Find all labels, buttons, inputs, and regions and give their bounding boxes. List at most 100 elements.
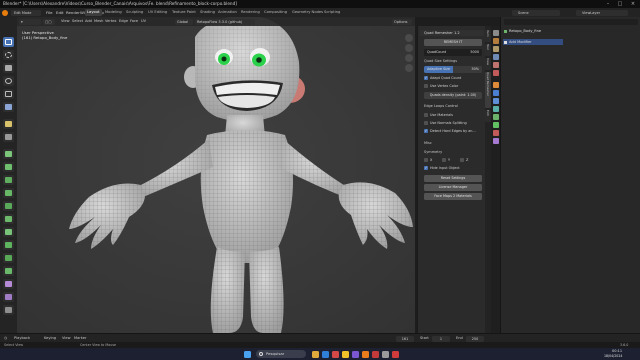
bevel-tool[interactable] xyxy=(3,188,14,198)
quad-count-field[interactable]: QuadCount 5000 xyxy=(424,49,482,56)
shrink-fatten-tool[interactable] xyxy=(3,279,14,289)
tab-compositing[interactable]: Compositing xyxy=(262,9,289,16)
tool-settings-icon[interactable] xyxy=(492,30,499,36)
playback-menu[interactable]: Playback xyxy=(14,336,30,340)
loop-cut-tool[interactable] xyxy=(3,201,14,211)
tab-scripting[interactable]: Scripting xyxy=(322,9,342,16)
rip-tool[interactable] xyxy=(3,305,14,315)
3d-viewport[interactable]: User Perspective (161) Retopo_Body_fine xyxy=(17,17,415,333)
license-manager-button[interactable]: License Manager xyxy=(424,184,482,191)
reset-settings-button[interactable]: Reset Settings xyxy=(424,175,482,182)
zoom-icon[interactable] xyxy=(405,34,413,42)
blender-logo-icon[interactable] xyxy=(2,9,8,16)
app-icon[interactable] xyxy=(352,350,359,358)
editor-mode-select[interactable]: Edit Mode xyxy=(11,9,41,16)
poly-build-tool[interactable] xyxy=(3,227,14,237)
transform-tool[interactable] xyxy=(3,102,14,112)
symmetry-x-checkbox[interactable]: X xyxy=(424,157,432,163)
grid-icon[interactable] xyxy=(405,64,413,72)
modifier-wrench-icon[interactable] xyxy=(492,90,499,96)
quads-density-button[interactable]: Quads density (paint: 1.00) xyxy=(424,92,482,99)
use-vertex-color-checkbox[interactable]: Use Vertex Color xyxy=(424,83,458,89)
blender-taskbar-icon[interactable] xyxy=(362,350,369,358)
properties-search-input[interactable] xyxy=(504,19,638,25)
smooth-tool[interactable] xyxy=(3,253,14,263)
mesh-data-icon[interactable] xyxy=(492,122,499,128)
scene-select[interactable]: Scene xyxy=(512,9,560,16)
taskbar-search[interactable]: Pesquisar xyxy=(256,350,306,358)
edge-slide-tool[interactable] xyxy=(3,266,14,276)
menu-mesh[interactable]: Mesh xyxy=(94,19,103,23)
tab-layout[interactable]: Layout xyxy=(85,9,102,16)
close-icon[interactable]: × xyxy=(627,0,639,8)
tab-shading[interactable]: Shading xyxy=(198,9,217,16)
render-icon[interactable] xyxy=(492,38,499,44)
tab-texture-paint[interactable]: Texture Paint xyxy=(170,9,198,16)
material-icon[interactable] xyxy=(492,130,499,136)
timeline-editor-icon[interactable]: ◷ xyxy=(4,336,7,340)
scale-tool[interactable] xyxy=(3,89,14,99)
menu-uv[interactable]: UV xyxy=(141,19,146,23)
end-frame-field[interactable]: 250 xyxy=(466,335,484,342)
quad-remesher-header[interactable]: Quad Remesher 1.2 xyxy=(420,30,484,36)
mode-dropdown[interactable]: ▾ xyxy=(19,18,41,25)
adapt-quad-count-checkbox[interactable]: Adapt Quad Count xyxy=(424,75,461,81)
spin-tool[interactable] xyxy=(3,240,14,250)
view-layer-select[interactable]: ViewLayer xyxy=(576,9,628,16)
app-icon-2[interactable] xyxy=(382,350,389,358)
edge-browser-icon[interactable] xyxy=(322,350,329,358)
add-cube-tool[interactable] xyxy=(3,149,14,159)
extrude-tool[interactable] xyxy=(3,162,14,172)
current-frame-field[interactable]: 161 xyxy=(396,335,414,342)
detect-hard-edges-checkbox[interactable]: Detect Hard Edges by an... xyxy=(424,128,476,134)
move-tool[interactable] xyxy=(3,63,14,73)
output-icon[interactable] xyxy=(492,46,499,52)
menu-view[interactable]: View xyxy=(61,19,70,23)
recorder-icon[interactable] xyxy=(372,350,379,358)
particles-icon[interactable] xyxy=(492,98,499,104)
cursor-tool[interactable] xyxy=(3,50,14,60)
start-frame-field[interactable]: 1 xyxy=(432,335,450,342)
options-dropdown[interactable]: Options xyxy=(392,18,412,25)
marker-menu[interactable]: Marker xyxy=(74,336,86,340)
use-normals-splitting-checkbox[interactable]: Use Normals Splitting xyxy=(424,120,467,126)
menu-edge[interactable]: Edge xyxy=(119,19,128,23)
texture-icon[interactable] xyxy=(492,138,499,144)
menu-render[interactable]: Render xyxy=(66,10,80,15)
camera-icon[interactable] xyxy=(405,54,413,62)
menu-edit[interactable]: Edit xyxy=(56,10,64,15)
windows-start-icon[interactable] xyxy=(244,350,251,358)
view-layer-icon[interactable] xyxy=(492,54,499,60)
add-modifier-button[interactable]: Add Modifier xyxy=(503,39,563,45)
scene-icon[interactable] xyxy=(492,62,499,68)
inset-tool[interactable] xyxy=(3,175,14,185)
keying-menu[interactable]: Keying xyxy=(44,336,56,340)
face-maps-materials-button[interactable]: Face Maps 2 Materials xyxy=(424,193,482,200)
file-explorer-icon[interactable] xyxy=(312,350,319,358)
tab-uv-editing[interactable]: UV Editing xyxy=(146,9,169,16)
tab-sculpting[interactable]: Sculpting xyxy=(124,9,145,16)
obs-icon[interactable] xyxy=(392,350,399,358)
minimize-icon[interactable]: – xyxy=(602,0,614,8)
media-app-icon[interactable] xyxy=(332,350,339,358)
annotate-tool[interactable] xyxy=(3,119,14,129)
menu-file[interactable]: File xyxy=(46,10,53,15)
tab-animation[interactable]: Animation xyxy=(216,9,239,16)
select-mode-toggle[interactable]: ▢▢ xyxy=(43,18,55,25)
physics-icon[interactable] xyxy=(492,106,499,112)
symmetry-y-checkbox[interactable]: Y xyxy=(442,157,450,163)
shear-tool[interactable] xyxy=(3,292,14,302)
transform-orientation[interactable]: Global xyxy=(175,18,193,25)
knife-tool[interactable] xyxy=(3,214,14,224)
hide-input-object-checkbox[interactable]: Hide Input Object xyxy=(424,165,460,171)
measure-tool[interactable] xyxy=(3,132,14,142)
retopoflow-button[interactable]: RetopoFlow 3.3.0 (github) xyxy=(195,18,255,25)
adaptive-size-slider[interactable]: Adaptive Size 50% xyxy=(424,66,482,73)
menu-face[interactable]: Face xyxy=(130,19,138,23)
object-icon[interactable] xyxy=(492,82,499,88)
symmetry-z-checkbox[interactable]: Z xyxy=(460,157,468,163)
menu-select[interactable]: Select xyxy=(72,19,83,23)
maximize-icon[interactable]: □ xyxy=(614,0,626,8)
tab-rendering[interactable]: Rendering xyxy=(239,9,262,16)
select-box-tool[interactable] xyxy=(3,37,14,47)
